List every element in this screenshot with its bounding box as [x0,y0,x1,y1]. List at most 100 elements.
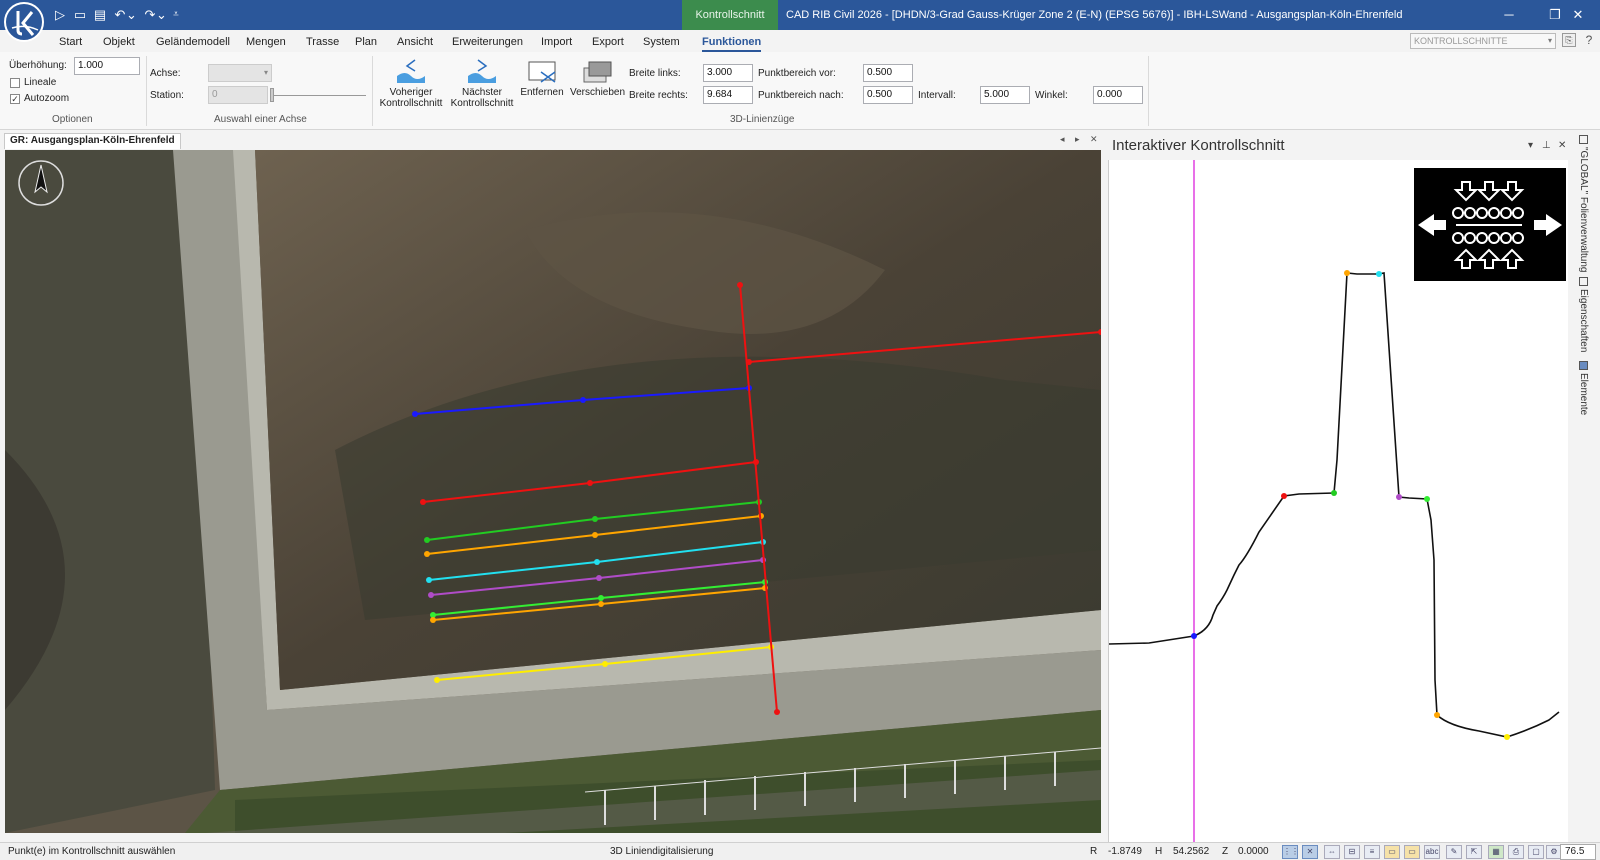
panel-menu-icon[interactable]: ▾ [1528,140,1533,151]
section-point[interactable] [592,516,598,522]
section-point[interactable] [596,575,602,581]
station-input[interactable]: 0 [208,86,268,104]
section-point[interactable] [424,537,430,543]
winkel-input[interactable]: 0.000 [1093,86,1143,104]
section-point[interactable] [434,677,440,683]
snap-cross-icon[interactable]: ✕ [1302,845,1318,859]
profile-point[interactable] [1504,734,1510,740]
menu-tab-start[interactable]: Start [59,36,82,48]
panel-pin-icon[interactable]: ⊥ [1542,140,1551,151]
monitor-icon[interactable]: ▢ [1528,845,1544,859]
side-tab-folienverwaltung[interactable]: "GLOBAL" Folienverwaltung [1578,135,1589,273]
minimize-button[interactable]: ─ [1486,0,1532,30]
menu-tab-objekt[interactable]: Objekt [103,36,135,48]
punktbereich-vor-input[interactable]: 0.500 [863,64,913,82]
section-point[interactable] [592,532,598,538]
profile-point[interactable] [1344,270,1350,276]
section-point[interactable] [598,595,604,601]
ueberhoehung-input[interactable]: 1.000 [74,57,140,75]
station-slider-track[interactable] [272,95,366,96]
profile-point[interactable] [1331,490,1337,496]
section-point[interactable] [426,577,432,583]
section-point[interactable] [420,499,426,505]
profile-point[interactable] [1191,633,1197,639]
save-icon[interactable]: ▭ [72,7,88,23]
kontrollschnitte-combo[interactable]: KONTROLLSCHNITTE ▾ [1410,33,1556,49]
breite-links-input[interactable]: 3.000 [703,64,753,82]
section-point[interactable] [598,601,604,607]
section-point[interactable] [412,411,418,417]
profile-point[interactable] [1396,494,1402,500]
menu-tab-ansicht[interactable]: Ansicht [397,36,433,48]
previous-kontrollschnitt-button[interactable]: Voheriger Kontrollschnitt [377,58,445,109]
pen-icon[interactable]: ✎ [1446,845,1462,859]
menu-tab-import[interactable]: Import [541,36,572,48]
menu-tab-funktionen[interactable]: Funktionen [702,36,762,52]
side-tab-eigenschaften[interactable]: Eigenschaften [1578,277,1589,352]
pin-icon[interactable]: ⎘ [1562,33,1576,47]
measure-icon[interactable]: ⇱ [1466,845,1482,859]
undo-dropdown-icon[interactable]: ⌄ [126,7,137,23]
open-icon[interactable]: ▤ [92,7,108,23]
profile-point[interactable] [1434,712,1440,718]
table-icon[interactable]: ▦ [1488,845,1504,859]
scroll-left-icon[interactable]: ◂ [1060,134,1065,145]
section-point[interactable] [580,397,586,403]
remove-button[interactable]: Entfernen [520,60,564,98]
menu-tab-erweiterungen[interactable]: Erweiterungen [452,36,523,48]
title-bar: ▷ ▭ ▤ ↶ ⌄ ↷ ⌄ ⩡ Kontrollschnitt CAD RIB … [0,0,1600,30]
map-view[interactable] [5,150,1101,833]
context-tab-kontrollschnitt[interactable]: Kontrollschnitt [682,0,778,30]
section-point[interactable] [424,551,430,557]
section-point[interactable] [602,661,608,667]
close-document-icon[interactable]: ✕ [1090,134,1098,145]
section-point[interactable] [428,592,434,598]
play-icon[interactable]: ▷ [52,7,68,23]
document-tab[interactable]: GR: Ausgangsplan-Köln-Ehrenfeld [4,133,181,149]
section-point[interactable] [774,709,780,715]
panel-close-icon[interactable]: ✕ [1558,140,1566,151]
autozoom-checkbox[interactable]: ✓ [10,94,20,104]
aerial-image[interactable] [5,150,1101,833]
navigation-arrows-icon[interactable] [1414,168,1566,281]
navigation-pad[interactable] [1414,168,1566,281]
menu-tab-system[interactable]: System [643,36,680,48]
menu-tab-plan[interactable]: Plan [355,36,377,48]
zoom-field[interactable]: 76.5 [1560,844,1596,860]
profile-point[interactable] [1281,493,1287,499]
layers-toggle-icon[interactable]: ≡ [1364,845,1380,859]
menu-tab-mengen[interactable]: Mengen [246,36,286,48]
close-button[interactable]: ✕ [1556,0,1600,30]
scroll-right-icon[interactable]: ▸ [1075,134,1080,145]
help-icon[interactable]: ? [1582,33,1596,47]
align-icon[interactable]: ⇔ [1324,845,1340,859]
profile-point[interactable] [1376,271,1382,277]
achse-select[interactable]: ▾ [208,64,272,82]
menu-tab-export[interactable]: Export [592,36,624,48]
section-point[interactable] [737,282,743,288]
section-point[interactable] [587,480,593,486]
menu-tab-gelaendemodell[interactable]: Geländemodell [156,36,230,48]
snap-grid-icon[interactable]: ⋮⋮ [1282,845,1299,859]
next-kontrollschnitt-button[interactable]: Nächster Kontrollschnitt [448,58,516,109]
tree-icon[interactable]: ⊟ [1344,845,1360,859]
folder-icon[interactable]: ▭ [1384,845,1400,859]
text-abc-icon[interactable]: abc [1424,845,1440,859]
app-logo[interactable] [4,2,44,42]
redo-dropdown-icon[interactable]: ⌄ [156,7,167,23]
move-button[interactable]: Verschieben [570,60,625,98]
profile-point[interactable] [1424,496,1430,502]
print-icon[interactable]: ⎙ [1508,845,1524,859]
customize-toolbar-icon[interactable]: ⩡ [170,7,182,23]
section-point[interactable] [430,617,436,623]
station-slider-thumb[interactable] [270,88,274,102]
profile-view[interactable] [1108,160,1568,842]
intervall-input[interactable]: 5.000 [980,86,1030,104]
punktbereich-nach-input[interactable]: 0.500 [863,86,913,104]
lineale-checkbox[interactable] [10,78,20,88]
section-point[interactable] [594,559,600,565]
folder-open-icon[interactable]: ▭ [1404,845,1420,859]
breite-rechts-input[interactable]: 9.684 [703,86,753,104]
menu-tab-trasse[interactable]: Trasse [306,36,339,48]
side-tab-elemente[interactable]: Elemente [1578,361,1589,415]
